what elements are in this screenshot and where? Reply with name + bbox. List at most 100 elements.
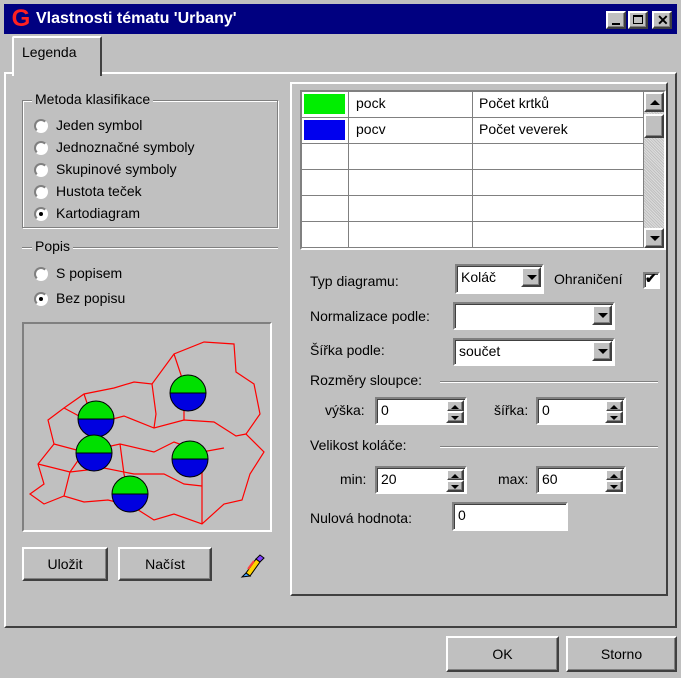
- symbol-editor-button[interactable]: [234, 547, 270, 581]
- radio-button[interactable]: [34, 119, 48, 133]
- brush-icon: [240, 551, 265, 578]
- table-scrollbar[interactable]: [644, 92, 664, 248]
- height-value: 0: [381, 402, 389, 418]
- table-cell-color[interactable]: [302, 144, 349, 170]
- width-by-value: součet: [459, 343, 501, 359]
- min-spin-down[interactable]: [446, 480, 464, 492]
- arrow-up-icon: [451, 474, 459, 478]
- diagram-type-label: Typ diagramu:: [310, 273, 399, 289]
- height-spinner[interactable]: 0: [375, 397, 467, 425]
- close-icon: ✕: [657, 12, 669, 28]
- cancel-button-label: Storno: [600, 646, 643, 662]
- max-spin-down[interactable]: [605, 480, 623, 492]
- title-bar[interactable]: G Vlastnosti tématu 'Urbany' ✕: [4, 4, 677, 34]
- radio-label: Hustota teček: [56, 183, 142, 199]
- max-label: max:: [498, 471, 529, 487]
- table-cell-label[interactable]: [473, 170, 644, 196]
- load-button[interactable]: Načíst: [118, 547, 212, 581]
- radio-button-checked[interactable]: [34, 207, 48, 221]
- scroll-down-button[interactable]: [644, 228, 664, 248]
- table-cell-field[interactable]: pock: [349, 92, 473, 118]
- table-cell-label[interactable]: Počet krtků: [473, 92, 644, 118]
- table-cell-field[interactable]: pocv: [349, 118, 473, 144]
- null-value-input[interactable]: 0: [452, 502, 568, 531]
- radio-button-checked[interactable]: [34, 292, 48, 306]
- arrow-up-icon: [451, 405, 459, 409]
- tab-legenda[interactable]: Legenda: [12, 36, 102, 76]
- pie-symbol: [75, 434, 113, 472]
- border-checkbox[interactable]: ✔: [643, 270, 660, 289]
- table-cell-color[interactable]: [302, 170, 349, 196]
- scroll-up-button[interactable]: [644, 92, 664, 112]
- diagram-type-select[interactable]: Koláč: [455, 264, 544, 294]
- fields-table-body: pock Počet krtků pocv Počet veverek: [302, 92, 644, 248]
- width-value: 0: [542, 402, 550, 418]
- color-swatch[interactable]: [304, 120, 345, 140]
- close-button[interactable]: ✕: [652, 11, 672, 29]
- save-button-label: Uložit: [47, 556, 83, 572]
- radio-button[interactable]: [34, 163, 48, 177]
- height-spin-down[interactable]: [446, 411, 464, 423]
- table-cell-field[interactable]: [349, 144, 473, 170]
- min-spinner[interactable]: 20: [375, 466, 467, 494]
- checkmark-icon: ✔: [645, 270, 657, 286]
- radio-label: Jeden symbol: [56, 117, 143, 133]
- minimize-button[interactable]: [606, 11, 626, 29]
- ok-button[interactable]: OK: [446, 636, 559, 672]
- load-button-label: Načíst: [145, 556, 185, 572]
- table-cell-field[interactable]: [349, 196, 473, 222]
- width-by-select[interactable]: součet: [453, 338, 615, 366]
- pie-symbol: [171, 440, 209, 478]
- table-cell-field[interactable]: [349, 170, 473, 196]
- table-cell-label[interactable]: [473, 144, 644, 170]
- max-spinner[interactable]: 60: [536, 466, 626, 494]
- border-checkbox-label: Ohraničení: [554, 271, 623, 287]
- color-swatch[interactable]: [304, 94, 345, 114]
- chevron-down-icon: [598, 313, 608, 318]
- table-cell-color[interactable]: [302, 222, 349, 248]
- normalize-dropdown-button[interactable]: [592, 305, 612, 325]
- table-cell-label[interactable]: [473, 222, 644, 248]
- window-title: Vlastnosti tématu 'Urbany': [36, 10, 237, 27]
- diagram-type-value: Koláč: [461, 269, 497, 285]
- pie-symbols: [75, 374, 209, 513]
- fields-table[interactable]: pock Počet krtků pocv Počet veverek: [300, 90, 666, 250]
- width-by-dropdown-button[interactable]: [592, 341, 612, 361]
- pie-size-divider: [440, 446, 658, 448]
- table-cell-color[interactable]: [302, 118, 349, 144]
- width-spin-down[interactable]: [605, 411, 623, 423]
- arrow-down-icon: [451, 416, 459, 420]
- radio-label: Skupinové symboly: [56, 161, 177, 177]
- maximize-button[interactable]: [628, 11, 648, 29]
- arrow-down-icon: [610, 416, 618, 420]
- tab-label: Legenda: [22, 44, 77, 60]
- table-cell-color[interactable]: [302, 196, 349, 222]
- column-dims-divider: [440, 381, 658, 383]
- pie-symbol: [111, 475, 149, 513]
- normalize-select[interactable]: [453, 302, 615, 330]
- radio-button[interactable]: [34, 267, 48, 281]
- null-value-label: Nulová hodnota:: [310, 510, 412, 526]
- preview-map: [28, 341, 265, 525]
- table-cell-label[interactable]: [473, 196, 644, 222]
- height-label: výška:: [325, 402, 365, 418]
- labeling-group-label: Popis: [32, 238, 74, 254]
- ok-button-label: OK: [492, 646, 513, 662]
- table-cell-color[interactable]: [302, 92, 349, 118]
- min-value: 20: [381, 471, 397, 487]
- table-cell-label[interactable]: Počet veverek: [473, 118, 644, 144]
- save-button[interactable]: Uložit: [22, 547, 108, 581]
- diagram-type-dropdown-button[interactable]: [521, 267, 541, 287]
- radio-button[interactable]: [34, 185, 48, 199]
- scroll-thumb[interactable]: [644, 114, 664, 138]
- arrow-up-icon: [610, 474, 618, 478]
- width-label: šířka:: [494, 402, 529, 418]
- chevron-down-icon: [527, 275, 537, 280]
- width-spinner[interactable]: 0: [536, 397, 626, 425]
- pie-size-label: Velikost koláče:: [310, 437, 407, 453]
- width-by-label: Šířka podle:: [310, 342, 385, 358]
- table-cell-field[interactable]: [349, 222, 473, 248]
- null-value-text: 0: [458, 507, 466, 523]
- radio-button[interactable]: [34, 141, 48, 155]
- cancel-button[interactable]: Storno: [566, 636, 677, 672]
